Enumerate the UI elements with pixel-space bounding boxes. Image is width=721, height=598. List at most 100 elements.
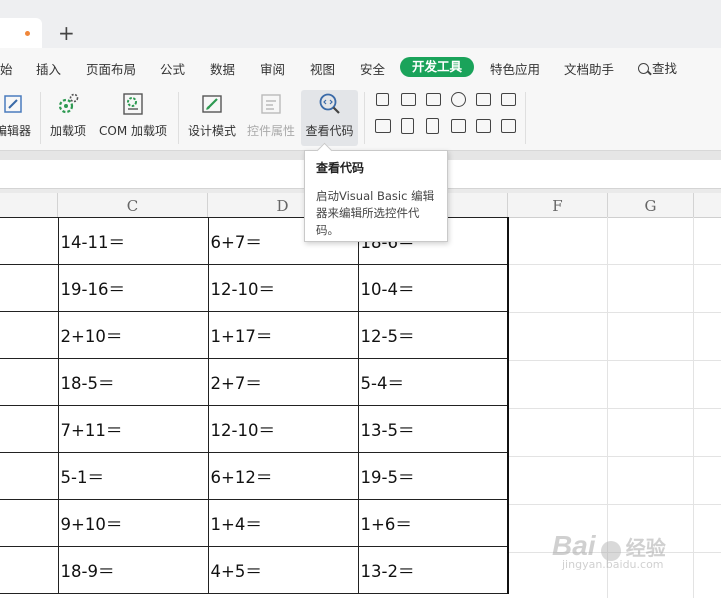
gridline bbox=[507, 408, 721, 409]
radio-button-icon[interactable] bbox=[451, 92, 466, 107]
table-cell[interactable]: 12-5＝ bbox=[357, 311, 509, 359]
editor-icon bbox=[1, 92, 25, 116]
control-properties-icon bbox=[259, 92, 283, 116]
menu-item-special-apps[interactable]: 特色应用 bbox=[490, 59, 540, 78]
table-cell[interactable] bbox=[0, 358, 59, 406]
column-header-b[interactable] bbox=[0, 193, 58, 217]
column-header-c[interactable]: C bbox=[58, 193, 208, 217]
table-cell[interactable] bbox=[0, 452, 59, 500]
ribbon: 编辑器 加载项 COM 加载项 设计模式 控件属性 查看代码 bbox=[0, 86, 721, 150]
combobox-icon[interactable] bbox=[426, 93, 441, 106]
table-cell[interactable]: 1+4＝ bbox=[207, 499, 359, 547]
table-cell[interactable]: 7+11＝ bbox=[57, 405, 209, 453]
view-code-tooltip: 查看代码 启动Visual Basic 编辑 器来编辑所选控件代 码。 bbox=[304, 142, 448, 242]
table-row: 9+10＝ 1+4＝ 1+6＝ bbox=[0, 499, 509, 547]
menu-item-developer[interactable]: 开发工具 bbox=[400, 57, 474, 77]
table-cell[interactable]: 13-2＝ bbox=[357, 546, 509, 594]
table-cell[interactable]: 18-5＝ bbox=[57, 358, 209, 406]
design-mode-icon bbox=[200, 92, 224, 116]
gridline bbox=[507, 360, 721, 361]
design-mode-label: 设计模式 bbox=[187, 124, 236, 138]
add-ins-label: 加载项 bbox=[49, 124, 86, 138]
gridline bbox=[507, 264, 721, 265]
worksheet-table: 14-11＝ 6+7＝ 18-6＝ 19-16＝ 12-10＝ 10-4＝ 2+10＝ 1+1… bbox=[0, 217, 509, 594]
watermark-brand: Bai bbox=[552, 530, 596, 561]
command-button-icon[interactable] bbox=[375, 119, 391, 133]
search-icon bbox=[638, 63, 649, 74]
table-cell[interactable]: 2+7＝ bbox=[207, 358, 359, 406]
column-header-g[interactable]: G bbox=[608, 193, 694, 217]
spin-button-icon[interactable] bbox=[401, 118, 414, 134]
ribbon-separator bbox=[40, 92, 41, 144]
watermark-cn: 经验 bbox=[625, 536, 666, 560]
gridline bbox=[507, 504, 721, 505]
table-cell[interactable]: 4+5＝ bbox=[207, 546, 359, 594]
table-cell[interactable]: 14-11＝ bbox=[57, 217, 209, 265]
column-header-f[interactable]: F bbox=[508, 193, 608, 217]
menu-item-security[interactable]: 安全 bbox=[360, 59, 385, 78]
table-cell[interactable]: 1+17＝ bbox=[207, 311, 359, 359]
menu-bar: 始 插入 页面布局 公式 数据 审阅 视图 安全 开发工具 特色应用 文档助手 … bbox=[0, 48, 721, 86]
table-cell[interactable]: 12-10＝ bbox=[207, 264, 359, 312]
gridline bbox=[507, 312, 721, 313]
editor-button[interactable]: 编辑器 bbox=[0, 90, 32, 146]
menu-item-doc-assistant[interactable]: 文档助手 bbox=[564, 59, 614, 78]
unsaved-dot-icon bbox=[25, 31, 30, 36]
search-label: 查找 bbox=[652, 61, 678, 76]
table-cell[interactable]: 10-4＝ bbox=[357, 264, 509, 312]
table-row: 18-5＝ 2+7＝ 5-4＝ bbox=[0, 358, 509, 406]
menu-item-review[interactable]: 审阅 bbox=[260, 59, 285, 78]
listbox-icon[interactable] bbox=[476, 93, 491, 106]
table-cell[interactable] bbox=[0, 264, 59, 312]
view-code-button[interactable]: 查看代码 bbox=[301, 90, 358, 146]
search-button[interactable]: 查找 bbox=[638, 58, 677, 77]
gear-addin-icon bbox=[56, 92, 80, 116]
table-cell[interactable]: 18-9＝ bbox=[57, 546, 209, 594]
menu-item-formulas[interactable]: 公式 bbox=[160, 59, 185, 78]
image-icon[interactable] bbox=[476, 119, 491, 133]
table-cell[interactable] bbox=[0, 217, 59, 265]
table-cell[interactable]: 5-4＝ bbox=[357, 358, 509, 406]
tooltip-line: 码。 bbox=[316, 223, 339, 237]
scrollbar-icon[interactable] bbox=[426, 118, 439, 134]
table-cell[interactable] bbox=[0, 311, 59, 359]
control-properties-button[interactable]: 控件属性 bbox=[245, 90, 297, 146]
com-add-ins-button[interactable]: COM 加载项 bbox=[95, 90, 171, 146]
table-cell[interactable] bbox=[0, 499, 59, 547]
table-cell[interactable]: 2+10＝ bbox=[57, 311, 209, 359]
ribbon-separator bbox=[525, 92, 526, 144]
table-cell[interactable]: 1+6＝ bbox=[357, 499, 509, 547]
table-cell[interactable]: 12-10＝ bbox=[207, 405, 359, 453]
table-cell[interactable]: 6+12＝ bbox=[207, 452, 359, 500]
table-cell[interactable]: 5-1＝ bbox=[57, 452, 209, 500]
textbox-icon[interactable] bbox=[401, 93, 416, 106]
checkbox-icon[interactable] bbox=[376, 93, 389, 106]
new-tab-button[interactable]: + bbox=[58, 20, 75, 46]
toggle-icon[interactable] bbox=[501, 119, 516, 133]
list-icon[interactable] bbox=[501, 93, 516, 106]
add-ins-button[interactable]: 加载项 bbox=[47, 90, 89, 146]
editor-label: 编辑器 bbox=[0, 124, 31, 138]
com-add-ins-label: COM 加载项 bbox=[99, 124, 167, 138]
menu-item-data[interactable]: 数据 bbox=[210, 59, 235, 78]
control-properties-label: 控件属性 bbox=[246, 124, 295, 138]
menu-item-view[interactable]: 视图 bbox=[310, 59, 335, 78]
table-cell[interactable]: 9+10＝ bbox=[57, 499, 209, 547]
menu-item-insert[interactable]: 插入 bbox=[36, 59, 61, 78]
menu-item-start[interactable]: 始 bbox=[0, 59, 13, 78]
menu-item-page-layout[interactable]: 页面布局 bbox=[86, 59, 136, 78]
table-cell[interactable]: 19-16＝ bbox=[57, 264, 209, 312]
document-tab[interactable] bbox=[0, 18, 42, 48]
title-bar: + bbox=[0, 0, 721, 48]
ribbon-separator bbox=[364, 92, 365, 144]
table-row: 19-16＝ 12-10＝ 10-4＝ bbox=[0, 264, 509, 312]
table-cell[interactable] bbox=[0, 405, 59, 453]
tooltip-body: 启动Visual Basic 编辑 器来编辑所选控件代 码。 bbox=[316, 188, 437, 239]
design-mode-button[interactable]: 设计模式 bbox=[186, 90, 238, 146]
watermark-url: jingyan.baidu.com bbox=[562, 558, 664, 571]
table-cell[interactable]: 13-5＝ bbox=[357, 405, 509, 453]
tooltip-line: 启动Visual Basic 编辑 bbox=[316, 189, 435, 203]
table-cell[interactable]: 19-5＝ bbox=[357, 452, 509, 500]
table-cell[interactable] bbox=[0, 546, 59, 594]
label-icon[interactable] bbox=[451, 119, 466, 133]
